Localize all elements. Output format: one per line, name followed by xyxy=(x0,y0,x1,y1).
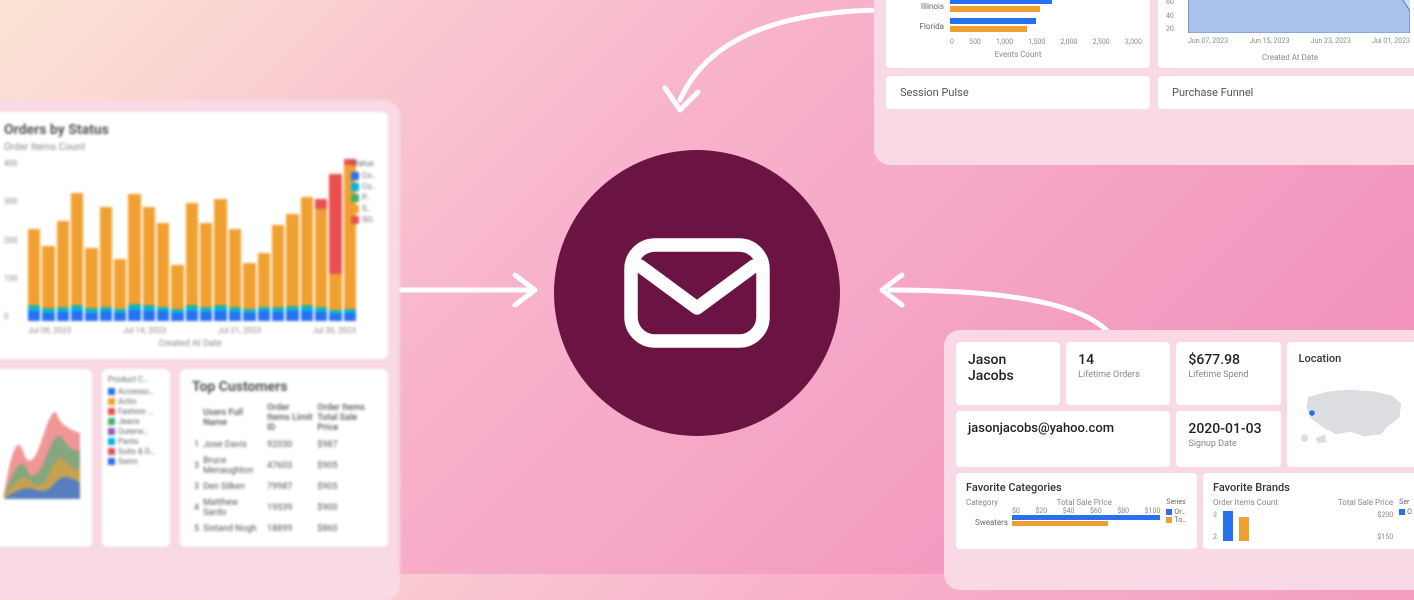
customer-name-card[interactable]: Jason Jacobs xyxy=(956,342,1060,405)
bar-column xyxy=(28,229,40,321)
bar-column xyxy=(100,207,112,321)
location-card[interactable]: Location xyxy=(1287,342,1414,467)
dashboard-panel-top-right: TexasNew YorkIllinoisFlorida 05001,0001,… xyxy=(874,0,1414,165)
product-legend-card xyxy=(0,369,92,547)
bar-column xyxy=(157,223,169,321)
bar-column xyxy=(214,199,226,321)
mail-circle xyxy=(554,150,840,436)
chart-legend: Status Co..Co..P..S..SO. xyxy=(351,159,376,226)
customer-email-card[interactable]: jasonjacobs@yahoo.com xyxy=(956,411,1170,468)
bar-column xyxy=(186,203,198,321)
hbar-row: Florida xyxy=(894,18,1142,34)
bar-column xyxy=(128,194,140,321)
events-by-state-card[interactable]: TexasNew YorkIllinoisFlorida 05001,0001,… xyxy=(886,0,1150,68)
us-map-icon xyxy=(1299,373,1410,453)
bar-column xyxy=(171,265,183,321)
orders-chart: 4003002001000 Jul 08, 2023Jul 14, 2023Ju… xyxy=(4,159,376,349)
bar-column xyxy=(229,229,241,321)
table-row[interactable]: 1Jose Davis92030$987 xyxy=(192,437,376,453)
bar-column xyxy=(85,248,97,321)
lifetime-spend-card[interactable]: $677.98 Lifetime Spend xyxy=(1176,342,1280,405)
customer-name: Jason Jacobs xyxy=(968,352,1048,384)
bar-column xyxy=(329,174,341,321)
brand-bar-1 xyxy=(1223,511,1233,541)
dashboard-panel-bottom-right: Jason Jacobs 14 Lifetime Orders $677.98 … xyxy=(944,330,1414,590)
arrow-top-to-center xyxy=(640,0,900,140)
table-row[interactable]: 4Matthew Sardo19539$900 xyxy=(192,495,376,521)
chart-title: Orders by Status xyxy=(4,122,376,138)
signup-date-card[interactable]: 2020-01-03 Signup Date xyxy=(1176,411,1280,468)
orders-by-status-card[interactable]: Orders by Status Order Items Count 40030… xyxy=(0,112,388,359)
bar-column xyxy=(286,214,298,321)
table-row[interactable]: 5Sixtand Nogh18899$860 xyxy=(192,521,376,537)
chart-xlabel: Events Count xyxy=(894,50,1142,59)
tab-session-pulse[interactable]: Session Pulse xyxy=(886,76,1150,109)
bar-column xyxy=(57,221,69,321)
bar-column xyxy=(243,263,255,321)
lifetime-orders-card[interactable]: 14 Lifetime Orders xyxy=(1066,342,1170,405)
bar-column xyxy=(114,259,126,321)
top-customers-table: Users Full NameOrder Items Limit IDOrder… xyxy=(192,399,376,537)
chart-xlabel: Created At Date xyxy=(4,339,376,349)
tab-purchase-funnel[interactable]: Purchase Funnel xyxy=(1158,76,1414,109)
table-title: Top Customers xyxy=(192,379,376,395)
location-title: Location xyxy=(1299,352,1410,365)
category-bar-row: Sweaters xyxy=(966,515,1160,529)
dashboard-panel-left: Orders by Status Order Items Count 40030… xyxy=(0,100,400,600)
customer-email: jasonjacobs@yahoo.com xyxy=(968,421,1158,436)
bar-column xyxy=(315,199,327,321)
chart-xlabel: Created At Date xyxy=(1166,53,1414,62)
bar-column xyxy=(42,246,54,321)
bar-column xyxy=(143,207,155,321)
bar-column xyxy=(71,193,83,321)
table-row[interactable]: 3Den Silken79987$905 xyxy=(192,479,376,495)
product-category-legend: Product C… Accesso…ActioFashion …JeansOu… xyxy=(102,369,170,547)
bar-column xyxy=(258,253,270,321)
mail-icon xyxy=(622,228,772,358)
top-customers-card[interactable]: Top Customers Users Full NameOrder Items… xyxy=(180,369,388,547)
arrow-left-to-center xyxy=(380,260,560,330)
favorite-categories-card[interactable]: Favorite Categories Category Total Sale … xyxy=(956,473,1197,549)
bar-column xyxy=(272,225,284,321)
hbar-row: Illinois xyxy=(894,0,1142,14)
created-at-line-card[interactable]: 12010080604020 Jun 07, 2023Jun 15, 2023J… xyxy=(1158,0,1414,68)
favorite-brands-card[interactable]: Favorite Brands Order Items Count Total … xyxy=(1203,473,1414,549)
brand-bar-2 xyxy=(1239,517,1249,541)
table-row[interactable]: 3Bruce Menaughton47603$905 xyxy=(192,453,376,479)
bar-column xyxy=(200,223,212,321)
bar-column xyxy=(301,197,313,321)
chart-subtitle: Order Items Count xyxy=(4,142,376,153)
